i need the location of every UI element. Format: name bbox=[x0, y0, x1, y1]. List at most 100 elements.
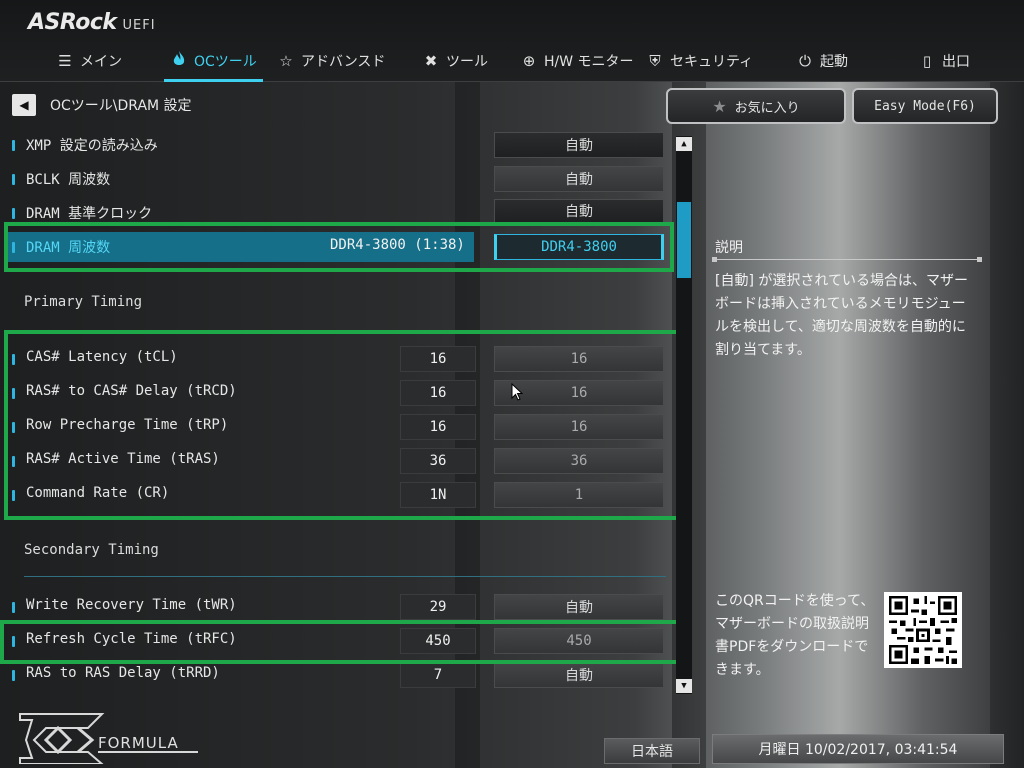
setting-value[interactable]: 1 bbox=[494, 482, 664, 508]
description-text: [自動] が選択されている場合は、マザーボードは挿入されているメモリモジュールを… bbox=[715, 273, 968, 358]
tab-hw-monitor-label: H/W モニター bbox=[544, 54, 634, 70]
setting-row-trcd[interactable]: RAS# to CAS# Delay (tRCD) 16 16 bbox=[0, 378, 672, 408]
tab-boot-label: 起動 bbox=[820, 54, 848, 70]
setting-row-trp[interactable]: Row Precharge Time (tRP) 16 16 bbox=[0, 412, 672, 442]
row-marker bbox=[12, 208, 15, 219]
arrow-left-icon: ◀ bbox=[19, 98, 29, 112]
tab-oc-tools[interactable]: OCツール bbox=[164, 44, 263, 82]
arrow-up-icon: ▲ bbox=[681, 139, 687, 149]
current-value: 1N bbox=[400, 482, 476, 508]
favorites-button[interactable]: ★ お気に入り bbox=[666, 88, 846, 124]
setting-row-tras[interactable]: RAS# Active Time (tRAS) 36 36 bbox=[0, 446, 672, 476]
asrock-logo: ASRock UEFI bbox=[28, 10, 156, 36]
formula-text: FORMULA bbox=[98, 734, 179, 752]
setting-label: Write Recovery Time (tWR) bbox=[26, 597, 237, 613]
tab-advanced[interactable]: ☆ アドバンスド bbox=[277, 44, 385, 78]
row-marker bbox=[12, 490, 15, 501]
setting-row-tcl[interactable]: CAS# Latency (tCL) 16 16 bbox=[0, 344, 672, 374]
tab-tools[interactable]: ✖ ツール bbox=[422, 44, 488, 78]
row-marker bbox=[12, 354, 15, 365]
setting-label: RAS# to CAS# Delay (tRCD) bbox=[26, 383, 237, 399]
scrollbar-thumb[interactable] bbox=[677, 202, 691, 278]
breadcrumb: ◀ OCツール\DRAM 設定 bbox=[12, 92, 192, 118]
scroll-up-button[interactable]: ▲ bbox=[676, 137, 692, 151]
setting-label: RAS to RAS Delay (tRRD) bbox=[26, 665, 220, 681]
arrow-down-icon: ▼ bbox=[681, 681, 687, 691]
list-icon: ☰ bbox=[58, 52, 72, 70]
setting-label: DRAM 基準クロック bbox=[26, 206, 153, 222]
setting-row-trfc[interactable]: Refresh Cycle Time (tRFC) 450 450 bbox=[0, 626, 672, 656]
setting-label: Row Precharge Time (tRP) bbox=[26, 417, 229, 433]
setting-label: XMP 設定の読み込み bbox=[26, 138, 158, 154]
setting-value[interactable]: 自動 bbox=[494, 132, 664, 158]
setting-value[interactable]: 自動 bbox=[494, 166, 664, 192]
tab-main[interactable]: ☰ メイン bbox=[56, 44, 122, 78]
tab-security[interactable]: ⛨ セキュリティ bbox=[646, 44, 753, 78]
tab-exit[interactable]: ▯ 出口 bbox=[918, 44, 970, 78]
favorites-label: お気に入り bbox=[734, 100, 800, 116]
tab-main-label: メイン bbox=[80, 54, 122, 70]
qr-description: このQRコードを使って、マザーボードの取扱説明書PDFをダウンロードできます。 bbox=[715, 593, 875, 678]
uefi-label: UEFI bbox=[122, 18, 156, 33]
setting-value[interactable]: 36 bbox=[494, 448, 664, 474]
brand-name: ASRock bbox=[28, 10, 117, 35]
system-datetime: 月曜日 10/02/2017, 03:41:54 bbox=[712, 734, 1004, 764]
current-value: 16 bbox=[400, 346, 476, 372]
setting-row-trrd[interactable]: RAS to RAS Delay (tRRD) 7 自動 bbox=[0, 660, 672, 690]
exit-icon: ▯ bbox=[922, 52, 932, 70]
tools-icon: ✖ bbox=[424, 52, 438, 70]
easy-mode-label: Easy Mode(F6) bbox=[874, 98, 976, 114]
star-icon: ★ bbox=[712, 96, 727, 116]
row-marker bbox=[12, 140, 15, 151]
setting-row-command-rate[interactable]: Command Rate (CR) 1N 1 bbox=[0, 480, 672, 510]
mouse-cursor-icon bbox=[511, 383, 523, 401]
setting-value[interactable]: 16 bbox=[494, 346, 664, 372]
section-secondary-timing: Secondary Timing bbox=[24, 542, 159, 558]
setting-row-dram-frequency[interactable]: DRAM 周波数 DDR4-3800 (1:38) DDR4-3800 bbox=[0, 232, 672, 262]
tab-security-label: セキュリティ bbox=[670, 54, 754, 70]
setting-row-dram-ref-clock[interactable]: DRAM 基準クロック 自動 bbox=[0, 198, 672, 228]
row-marker bbox=[12, 636, 15, 647]
top-bar: ASRock UEFI ☰ メイン OCツール ☆ アドバンスド ✖ ツール ⊕… bbox=[0, 0, 1024, 82]
current-frequency: DDR4-3800 (1:38) bbox=[330, 237, 465, 253]
setting-value[interactable]: 450 bbox=[494, 628, 664, 654]
easy-mode-button[interactable]: Easy Mode(F6) bbox=[852, 88, 998, 124]
row-marker bbox=[12, 174, 15, 185]
back-button[interactable]: ◀ bbox=[12, 94, 36, 116]
breadcrumb-path: OCツール\DRAM 設定 bbox=[50, 98, 192, 114]
qr-code-icon bbox=[884, 592, 962, 668]
row-marker bbox=[12, 388, 15, 399]
tab-advanced-label: アドバンスド bbox=[301, 54, 386, 70]
setting-label: DRAM 周波数 bbox=[26, 240, 111, 256]
current-value: 16 bbox=[400, 380, 476, 406]
setting-value[interactable]: 自動 bbox=[494, 199, 664, 223]
setting-value[interactable]: DDR4-3800 bbox=[494, 234, 664, 260]
setting-row-bclk[interactable]: BCLK 周波数 自動 bbox=[0, 164, 672, 194]
tab-boot[interactable]: ⏻ 起動 bbox=[796, 44, 848, 78]
tab-tools-label: ツール bbox=[446, 54, 488, 70]
tab-oc-tools-label: OCツール bbox=[194, 54, 257, 70]
setting-value[interactable]: 16 bbox=[494, 414, 664, 440]
row-marker bbox=[12, 422, 15, 433]
setting-label: RAS# Active Time (tRAS) bbox=[26, 451, 220, 467]
setting-value[interactable]: 自動 bbox=[494, 662, 664, 688]
section-primary-timing: Primary Timing bbox=[24, 294, 143, 310]
setting-value[interactable]: 自動 bbox=[494, 594, 664, 620]
tab-exit-label: 出口 bbox=[942, 54, 970, 70]
row-marker bbox=[12, 602, 15, 613]
current-value: 16 bbox=[400, 414, 476, 440]
row-marker bbox=[12, 670, 15, 681]
setting-row-xmp[interactable]: XMP 設定の読み込み 自動 bbox=[0, 130, 672, 160]
language-button[interactable]: 日本語 bbox=[604, 738, 700, 764]
description-divider bbox=[712, 257, 982, 262]
setting-row-twr[interactable]: Write Recovery Time (tWR) 29 自動 bbox=[0, 592, 672, 622]
power-icon: ⏻ bbox=[799, 52, 811, 70]
scroll-down-button[interactable]: ▼ bbox=[676, 679, 692, 693]
tab-hw-monitor[interactable]: ⊕ H/W モニター bbox=[520, 44, 634, 78]
setting-label: BCLK 周波数 bbox=[26, 172, 111, 188]
shield-icon: ⛨ bbox=[649, 52, 661, 70]
target-icon: ⊕ bbox=[522, 52, 536, 70]
star-icon: ☆ bbox=[279, 52, 293, 70]
row-marker bbox=[12, 242, 15, 253]
description-title: 説明 bbox=[715, 240, 743, 256]
